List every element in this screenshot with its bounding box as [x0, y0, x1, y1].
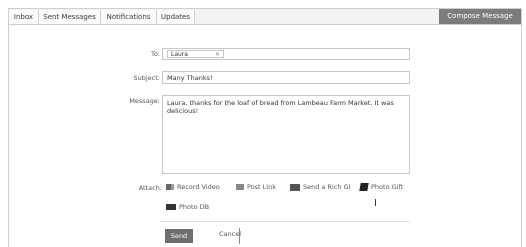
- gift-icon: [359, 183, 369, 191]
- tab-updates[interactable]: Updates: [157, 10, 195, 24]
- subject-label: Subject:: [133, 74, 161, 82]
- tab-notifications[interactable]: Notifications: [101, 10, 157, 24]
- post-link-label: Post Link: [247, 183, 276, 191]
- tab-sent-messages[interactable]: Sent Messages: [39, 10, 101, 24]
- compose-message-button[interactable]: Compose Message: [439, 9, 521, 24]
- send-icon: [290, 183, 300, 191]
- remove-recipient-icon[interactable]: ×: [215, 51, 220, 59]
- text-cursor-icon: I: [374, 198, 377, 209]
- attach-label: Attach:: [138, 184, 162, 192]
- to-label: To:: [150, 50, 160, 58]
- message-textarea[interactable]: Laura, thanks for the loaf of bread from…: [162, 95, 410, 174]
- divider: [160, 221, 410, 222]
- photo-icon: [166, 204, 176, 210]
- tab-bar: Inbox Sent Messages Notifications Update…: [8, 8, 522, 25]
- photo-gift-label: Photo Gift: [371, 183, 404, 191]
- tab-inbox[interactable]: Inbox: [9, 10, 39, 24]
- attach-photo-db[interactable]: Photo DB: [166, 203, 209, 211]
- send-rich-gi-label: Send a Rich GI: [303, 183, 351, 191]
- recipient-chip-label: Laura: [171, 51, 188, 58]
- attach-post-link[interactable]: Post Link: [236, 183, 276, 191]
- to-input[interactable]: Laura ×: [162, 48, 410, 60]
- record-video-label: Record Video: [177, 183, 220, 191]
- attach-send-rich-gi[interactable]: Send a Rich GI: [290, 183, 351, 191]
- send-button[interactable]: Send: [165, 229, 193, 243]
- attach-photo-gift[interactable]: Photo Gift: [359, 183, 404, 191]
- video-icon: [166, 184, 174, 190]
- subject-input[interactable]: Many Thanks!: [162, 71, 410, 84]
- cancel-button[interactable]: Cancel: [219, 230, 241, 238]
- attach-record-video[interactable]: Record Video: [166, 183, 220, 191]
- message-label: Message:: [129, 97, 160, 105]
- recipient-chip[interactable]: Laura ×: [167, 50, 224, 58]
- separator: [239, 228, 240, 244]
- link-icon: [236, 184, 244, 190]
- photo-db-label: Photo DB: [179, 203, 210, 211]
